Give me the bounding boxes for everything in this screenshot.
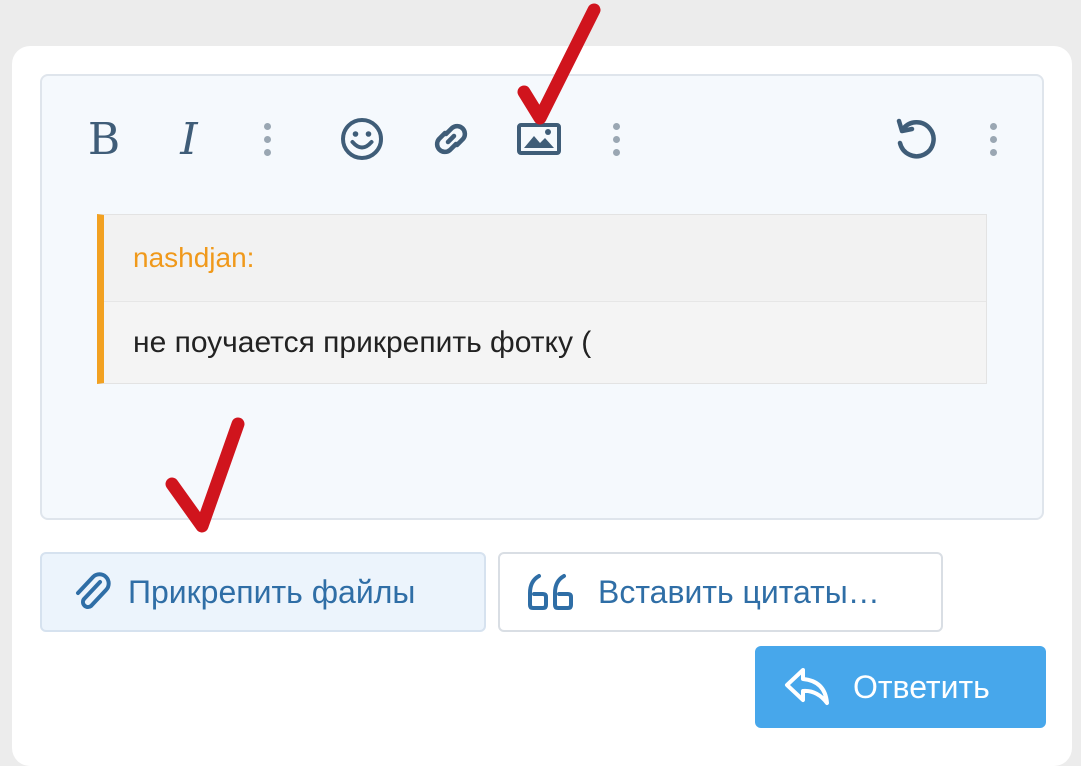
quote-icon [528, 574, 573, 610]
attach-files-button[interactable]: Прикрепить файлы [40, 552, 486, 632]
bold-icon: B [87, 113, 121, 165]
italic-button[interactable]: I [165, 108, 213, 170]
checkmark-annotation-icon [517, 3, 601, 125]
insert-quotes-button[interactable]: Вставить цитаты… [498, 552, 943, 632]
undo-button[interactable] [885, 108, 945, 170]
italic-icon: I [180, 113, 198, 165]
more-text-options-button[interactable] [257, 108, 277, 170]
more-vertical-icon [989, 122, 997, 156]
reply-button[interactable]: Ответить [755, 646, 1046, 728]
more-vertical-icon [612, 122, 620, 156]
checkmark-annotation-icon [165, 417, 245, 533]
attach-files-label: Прикрепить файлы [128, 573, 416, 610]
link-icon [434, 123, 468, 155]
reply-icon [785, 668, 829, 705]
emoji-icon [341, 118, 383, 160]
quote-text: не поучается прикрепить фотку ( [133, 326, 592, 359]
reply-label: Ответить [853, 668, 990, 705]
emoji-button[interactable] [335, 108, 389, 170]
more-options-button[interactable] [983, 108, 1003, 170]
bold-button[interactable]: B [80, 108, 128, 170]
insert-quotes-label: Вставить цитаты… [598, 573, 880, 610]
undo-icon [896, 118, 936, 159]
more-vertical-icon [263, 122, 271, 156]
link-button[interactable] [424, 108, 478, 170]
quote-header: nashdjan: [104, 215, 986, 302]
paperclip-icon [76, 572, 111, 609]
quote-block: nashdjan: не поучается прикрепить фотку … [97, 214, 987, 384]
quote-author: nashdjan: [133, 242, 255, 273]
